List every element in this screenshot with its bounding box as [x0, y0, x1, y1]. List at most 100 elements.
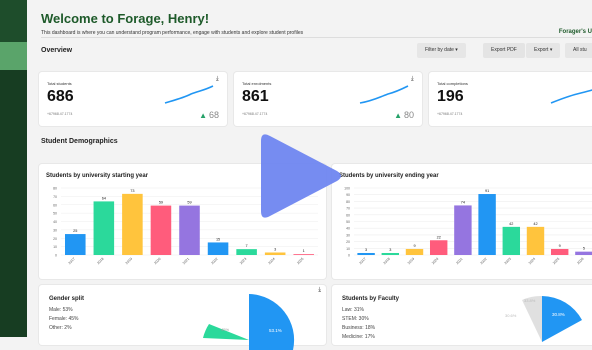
x-tick-label: 2018 — [96, 257, 104, 265]
section-title-demographics: Student Demographics — [41, 138, 118, 145]
page-subtitle: This dashboard is where you can understa… — [41, 30, 304, 36]
data-label: 25 — [73, 229, 77, 233]
pie-label: 45% — [221, 327, 229, 332]
kpi-label: Total enrolments — [242, 81, 272, 86]
y-tick-label: 40 — [53, 220, 57, 224]
y-tick-label: 40 — [346, 227, 350, 231]
bar — [550, 248, 569, 255]
x-tick-label: 2021 — [182, 257, 190, 265]
bar — [122, 193, 143, 255]
bar — [405, 248, 424, 255]
export-pdf-button[interactable]: Export PDF — [483, 43, 525, 58]
data-label: 91 — [485, 189, 489, 193]
pie-label: 30.6% — [505, 313, 517, 318]
chart-card-ending-year: Students by university ending year 0 10 20… — [332, 164, 592, 279]
pie-label: 53.1% — [269, 328, 282, 333]
bar — [179, 205, 200, 255]
sidebar-item-dashboard[interactable] — [0, 42, 27, 70]
data-label: 64 — [102, 196, 106, 200]
bar-chart-ending-year: 0 10 20 30 40 50 60 70 80 90 100 3 2017 3 2018 9 2019 22 2… — [344, 187, 592, 265]
download-icon[interactable]: ⤓ — [216, 76, 222, 82]
bar — [526, 226, 545, 255]
kpi-value: 861 — [242, 88, 269, 105]
y-tick-label: 50 — [53, 212, 57, 216]
kpi-delta: ▲ 68 — [199, 110, 219, 120]
sparkline — [359, 85, 409, 104]
y-tick-label: 10 — [53, 245, 57, 249]
x-tick-label: 2020 — [431, 257, 439, 265]
kpi-label: Total students — [47, 81, 72, 86]
sparkline — [164, 85, 214, 104]
kpi-card-total-enrolments: Total enrolments 861 +67968.47.1774 ⤓ ▲ 8… — [234, 72, 422, 126]
x-tick-label: 2017 — [358, 257, 366, 265]
bar — [293, 254, 315, 255]
kpi-sub: +67968.47.1774 — [437, 112, 463, 116]
all-students-button[interactable]: All stu — [565, 43, 592, 58]
x-tick-label: 2019 — [125, 257, 133, 265]
filter-by-date-button[interactable]: Filter by date ▾ — [417, 43, 466, 58]
gender-split-card: Gender split Male: 53% Female: 45% Other… — [39, 285, 326, 350]
data-label: 22 — [437, 235, 441, 239]
y-tick-label: 90 — [346, 193, 350, 197]
overview-title: Overview — [41, 47, 73, 54]
kpi-card-total-students: Total students 686 +67968.47.1774 ⤓ ▲ 68 — [39, 72, 227, 126]
gender-line-female: Female: 45% — [49, 316, 79, 322]
y-tick-label: 60 — [53, 203, 57, 207]
x-tick-label: 2021 — [455, 257, 463, 265]
data-label: 9 — [559, 244, 561, 248]
download-icon[interactable]: ⤓ — [411, 76, 417, 82]
x-tick-label: 2024 — [528, 257, 536, 265]
data-label: 59 — [159, 201, 163, 205]
data-label: 73 — [130, 189, 134, 193]
bar — [575, 251, 592, 255]
x-tick-label: 2025 — [552, 257, 560, 265]
sidebar — [0, 0, 27, 337]
y-tick-label: 100 — [344, 187, 350, 191]
play-video-icon[interactable] — [253, 131, 343, 221]
data-label: 59 — [187, 201, 191, 205]
bar — [381, 252, 400, 255]
y-tick-label: 60 — [346, 213, 350, 217]
y-tick-label: 0 — [55, 254, 57, 258]
data-label: 1 — [303, 249, 305, 253]
y-tick-label: 30 — [53, 228, 57, 232]
bar — [264, 252, 286, 255]
x-tick-label: 2025 — [296, 257, 304, 265]
y-tick-label: 70 — [346, 207, 350, 211]
brand-link[interactable]: Forager's U — [559, 29, 592, 35]
bar — [150, 205, 172, 255]
data-label: 15 — [216, 237, 220, 241]
data-label: 74 — [461, 200, 465, 204]
bar — [357, 252, 375, 255]
faculty-line-law: Law: 31% — [342, 307, 364, 313]
x-tick-label: 2022 — [210, 257, 218, 265]
kpi-sub: +67968.47.1774 — [47, 112, 73, 116]
kpi-delta: ▲ 80 — [394, 110, 414, 120]
pie-label: 30.8% — [552, 312, 565, 317]
y-tick-label: 70 — [53, 195, 57, 199]
faculty-title: Students by Faculty — [342, 296, 400, 302]
x-tick-label: 2019 — [407, 257, 415, 265]
sparkline — [550, 89, 592, 104]
up-arrow-icon: ▲ — [394, 111, 402, 120]
faculty-line-stem: STEM: 30% — [342, 316, 369, 322]
x-tick-label: 2023 — [239, 257, 247, 265]
gender-line-other: Other: 2% — [49, 325, 72, 331]
download-icon[interactable]: ⤓ — [318, 287, 321, 294]
up-arrow-icon: ▲ — [199, 111, 207, 120]
kpi-value: 196 — [437, 88, 464, 105]
bar — [429, 240, 448, 255]
data-label: 42 — [509, 222, 513, 226]
y-tick-label: 50 — [346, 220, 350, 224]
x-tick-label: 2026 — [576, 257, 584, 265]
data-label: 3 — [389, 248, 391, 252]
divider — [41, 37, 592, 38]
bar — [207, 242, 229, 255]
y-tick-label: 0 — [348, 254, 350, 258]
bar — [502, 226, 521, 255]
kpi-card-total-completions: Total completions 196 +67968.47.1774 ⤓ — [429, 72, 592, 126]
y-tick-label: 30 — [346, 233, 350, 237]
sidebar-nav — [0, 70, 27, 337]
gender-line-male: Male: 53% — [49, 307, 73, 313]
export-button[interactable]: Export ▾ — [526, 43, 561, 58]
